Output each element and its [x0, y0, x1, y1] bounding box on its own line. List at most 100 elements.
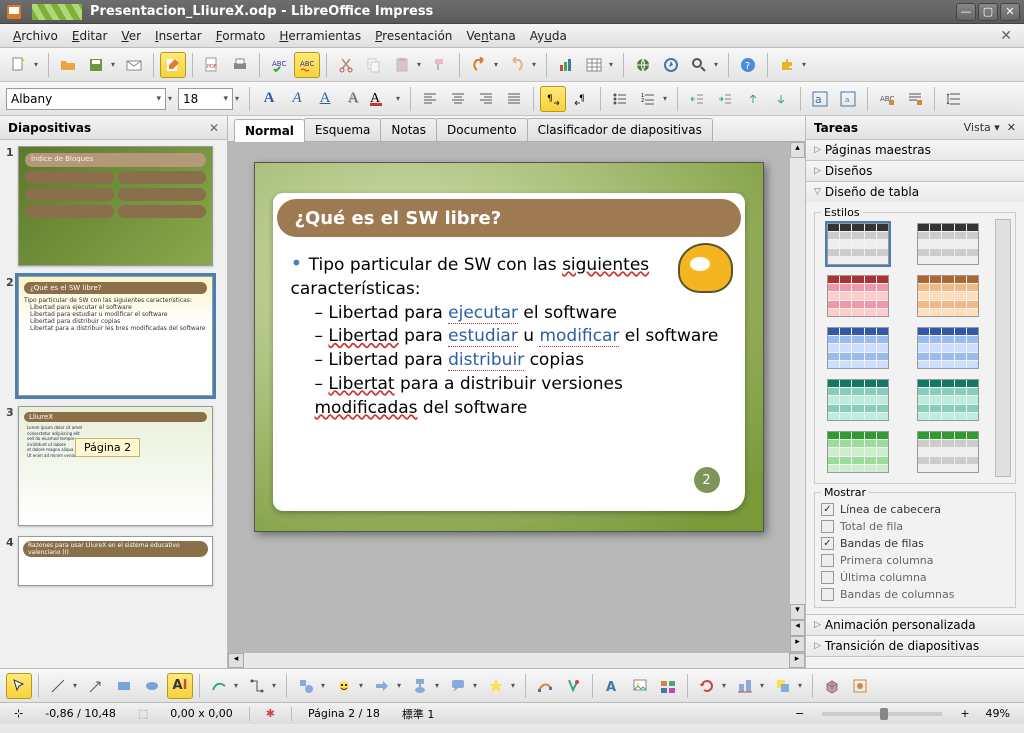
check-header-row[interactable]: ✓Línea de cabecera [821, 501, 1009, 518]
ltr-button[interactable]: ¶ [540, 86, 566, 112]
extension-button[interactable] [774, 52, 800, 78]
align-left-button[interactable] [417, 86, 443, 112]
undo-dropdown[interactable]: ▾ [494, 60, 502, 69]
table-style-3[interactable] [827, 275, 889, 317]
scroll-right-button[interactable]: ▸ [789, 653, 805, 668]
next-slide-button[interactable]: ▸ [790, 636, 805, 652]
cut-button[interactable] [333, 52, 359, 78]
rectangle-tool[interactable] [111, 673, 137, 699]
font-color-dropdown[interactable]: ▾ [396, 94, 404, 103]
table-style-2[interactable] [917, 223, 979, 265]
gallery-tool[interactable] [655, 673, 681, 699]
scroll-left-button[interactable]: ◂ [228, 653, 244, 668]
fontwork-tool[interactable]: A [599, 673, 625, 699]
navigator-button[interactable] [658, 52, 684, 78]
format-paintbrush-button[interactable] [427, 52, 453, 78]
font-size-dropdown[interactable]: ▾ [235, 94, 243, 103]
table-style-10[interactable] [917, 431, 979, 473]
interaction-button[interactable] [847, 673, 873, 699]
check-band-cols[interactable]: Bandas de columnas [821, 586, 1009, 603]
tab-normal[interactable]: Normal [234, 119, 305, 142]
paste-dropdown[interactable]: ▾ [417, 60, 425, 69]
status-save-icon[interactable]: ✱ [260, 707, 281, 720]
table-style-7[interactable] [827, 379, 889, 421]
decrease-font-button[interactable]: a [835, 86, 861, 112]
menu-ayuda[interactable]: Ayuda [523, 26, 574, 46]
menu-herramientas[interactable]: Herramientas [272, 26, 368, 46]
export-pdf-button[interactable]: PDF [199, 52, 225, 78]
flowchart-tool[interactable] [407, 673, 433, 699]
menu-editar[interactable]: Editar [65, 26, 115, 46]
redo-dropdown[interactable]: ▾ [532, 60, 540, 69]
bold-button[interactable]: A [256, 86, 282, 112]
check-total-row[interactable]: Total de fila [821, 518, 1009, 535]
increase-font-button[interactable]: a [807, 86, 833, 112]
check-first-col[interactable]: Primera columna [821, 552, 1009, 569]
slide-thumb-2[interactable]: 2 ¿Qué es el SW libre? Tipo particular d… [6, 276, 221, 396]
select-tool[interactable] [6, 673, 32, 699]
table-style-8[interactable] [917, 379, 979, 421]
styles-scrollbar[interactable] [995, 219, 1011, 477]
font-color-button[interactable]: A [368, 86, 394, 112]
section-designs[interactable]: ▷Diseños [806, 161, 1024, 181]
zoom-dropdown[interactable]: ▾ [714, 60, 722, 69]
move-down-button[interactable] [768, 86, 794, 112]
table-style-9[interactable] [827, 431, 889, 473]
edit-mode-button[interactable] [160, 52, 186, 78]
spellcheck-button[interactable]: ABC [266, 52, 292, 78]
print-button[interactable] [227, 52, 253, 78]
tab-documento[interactable]: Documento [436, 118, 528, 141]
slide-thumb-4[interactable]: 4 Razones para usar LliureX en el sistem… [6, 536, 221, 586]
chart-button[interactable] [553, 52, 579, 78]
section-transition[interactable]: ▷Transición de diapositivas [806, 636, 1024, 656]
scroll-down-button[interactable]: ▾ [790, 604, 805, 620]
rtl-button[interactable]: ¶ [568, 86, 594, 112]
slide-body[interactable]: Tipo particular de SW con las siguientes… [291, 249, 727, 421]
tab-clasificador[interactable]: Clasificador de diapositivas [527, 118, 713, 141]
symbol-shapes-tool[interactable] [331, 673, 357, 699]
connector-tool[interactable] [244, 673, 270, 699]
paste-button[interactable] [389, 52, 415, 78]
horizontal-scrollbar[interactable]: ◂ ▸ [228, 652, 805, 668]
close-document-button[interactable]: ✕ [994, 28, 1018, 44]
minimize-button[interactable]: — [956, 3, 976, 21]
align-right-button[interactable] [473, 86, 499, 112]
table-style-1[interactable] [827, 223, 889, 265]
align-justify-button[interactable] [501, 86, 527, 112]
underline-button[interactable]: A [312, 86, 338, 112]
table-style-5[interactable] [827, 327, 889, 369]
gluepoints-tool[interactable] [560, 673, 586, 699]
save-button[interactable] [83, 52, 109, 78]
numbering-button[interactable]: 12 [635, 86, 661, 112]
zoom-in-button[interactable]: + [960, 707, 969, 720]
table-dropdown[interactable]: ▾ [609, 60, 617, 69]
section-master-pages[interactable]: ▷Páginas maestras [806, 140, 1024, 160]
redo-button[interactable] [504, 52, 530, 78]
arrow-tool[interactable] [83, 673, 109, 699]
basic-shapes-tool[interactable] [293, 673, 319, 699]
menu-presentacion[interactable]: Presentación [368, 26, 459, 46]
close-slides-panel-button[interactable]: ✕ [209, 121, 219, 135]
paragraph-dialog-button[interactable] [902, 86, 928, 112]
font-name-combo[interactable]: Albany▾ [6, 88, 166, 110]
move-up-button[interactable] [740, 86, 766, 112]
italic-button[interactable]: A [284, 86, 310, 112]
canvas-area[interactable]: ¿Qué es el SW libre? Tipo particular de … [228, 142, 805, 652]
slides-list[interactable]: 1 Índice de Bloques 2 ¿Qué es el SW libr… [0, 140, 227, 668]
font-size-combo[interactable]: 18▾ [178, 88, 233, 110]
line-tool[interactable] [45, 673, 71, 699]
text-tool[interactable]: AI [167, 673, 193, 699]
shadow-text-button[interactable]: A [340, 86, 366, 112]
slide-thumb-3[interactable]: 3 LliureX Lorem ipsum dolor sit ametcons… [6, 406, 221, 526]
prev-slide-button[interactable]: ◂ [790, 620, 805, 636]
rotate-tool[interactable] [694, 673, 720, 699]
table-style-6[interactable] [917, 327, 979, 369]
vertical-scrollbar[interactable]: ▴ ▾ ◂ ▸ [789, 142, 805, 652]
curve-tool[interactable] [206, 673, 232, 699]
email-doc-button[interactable] [121, 52, 147, 78]
scroll-up-button[interactable]: ▴ [790, 142, 805, 158]
menu-formato[interactable]: Formato [209, 26, 273, 46]
demote-button[interactable] [712, 86, 738, 112]
callouts-tool[interactable] [445, 673, 471, 699]
hyperlink-button[interactable] [630, 52, 656, 78]
